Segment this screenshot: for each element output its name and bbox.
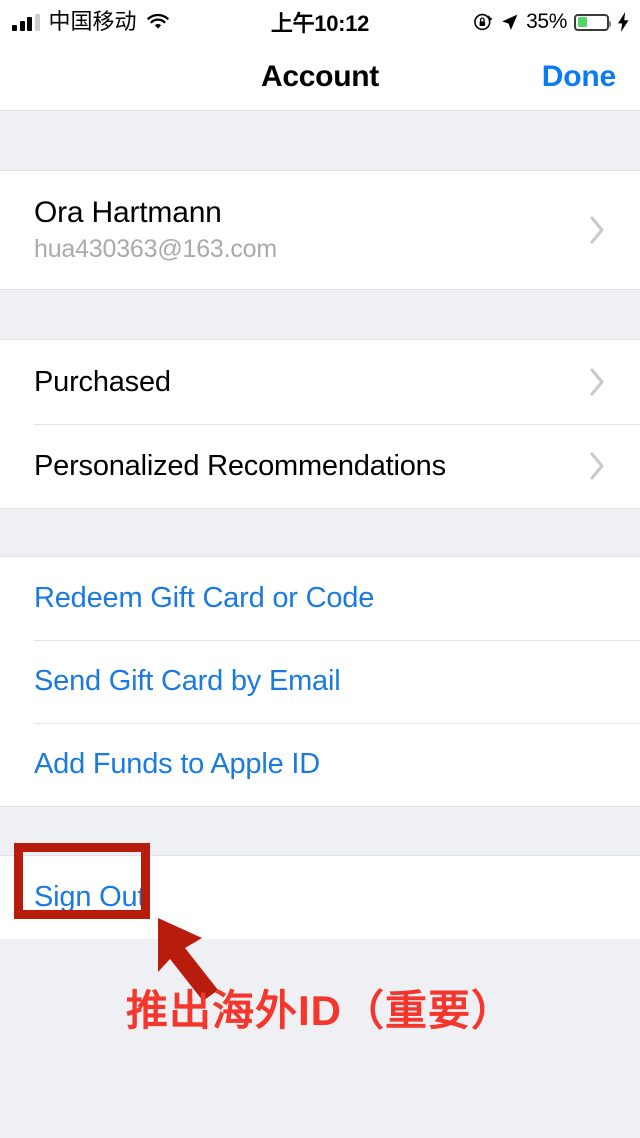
account-row[interactable]: Ora Hartmann hua430363@163.com bbox=[0, 171, 640, 289]
carrier-label: 中国移动 bbox=[48, 9, 137, 34]
purchased-row[interactable]: Purchased bbox=[0, 340, 640, 424]
chevron-right-icon bbox=[589, 367, 606, 397]
location-arrow-icon bbox=[500, 13, 519, 32]
redeem-gift-card-row[interactable]: Redeem Gift Card or Code bbox=[0, 557, 640, 640]
personalized-recommendations-row[interactable]: Personalized Recommendations bbox=[0, 424, 640, 508]
page-title: Account bbox=[261, 60, 379, 93]
iphone-screen: 中国移动 上午10:12 35% Account Done Ora Hartma… bbox=[0, 0, 640, 1138]
sign-out-section: Sign Out bbox=[0, 856, 640, 939]
account-section: Ora Hartmann hua430363@163.com bbox=[0, 171, 640, 289]
status-bar-left: 中国移动 bbox=[0, 11, 170, 33]
add-funds-row[interactable]: Add Funds to Apple ID bbox=[0, 723, 640, 806]
purchases-section: Purchased Personalized Recommendations bbox=[0, 340, 640, 508]
charging-bolt-icon bbox=[616, 12, 630, 32]
section-gap bbox=[0, 289, 640, 340]
status-bar-right: 35% bbox=[473, 10, 640, 34]
clock-label: 上午10:12 bbox=[270, 11, 370, 36]
send-gift-card-row[interactable]: Send Gift Card by Email bbox=[0, 640, 640, 723]
battery-icon bbox=[574, 13, 611, 31]
send-gift-card-label: Send Gift Card by Email bbox=[34, 665, 341, 697]
navigation-bar: Account Done bbox=[0, 44, 640, 110]
sign-out-row[interactable]: Sign Out bbox=[0, 856, 640, 939]
chevron-right-icon bbox=[589, 215, 606, 245]
sign-out-label: Sign Out bbox=[34, 881, 146, 913]
status-bar: 中国移动 上午10:12 35% bbox=[0, 0, 640, 44]
add-funds-label: Add Funds to Apple ID bbox=[34, 748, 320, 780]
purchased-label: Purchased bbox=[34, 365, 171, 398]
rotation-lock-icon bbox=[473, 12, 493, 32]
section-gap bbox=[0, 508, 640, 557]
account-email: hua430363@163.com bbox=[34, 234, 277, 263]
account-texts: Ora Hartmann hua430363@163.com bbox=[34, 196, 277, 263]
battery-percent-label: 35% bbox=[526, 10, 567, 33]
gift-card-section: Redeem Gift Card or Code Send Gift Card … bbox=[0, 557, 640, 806]
chevron-right-icon bbox=[589, 451, 606, 481]
section-gap bbox=[0, 110, 640, 171]
annotation-caption: 推出海外ID（重要） bbox=[125, 987, 514, 1034]
personalized-recommendations-label: Personalized Recommendations bbox=[34, 449, 446, 482]
wifi-icon bbox=[146, 13, 170, 31]
account-name: Ora Hartmann bbox=[34, 196, 222, 230]
section-gap bbox=[0, 806, 640, 856]
redeem-gift-card-label: Redeem Gift Card or Code bbox=[34, 582, 375, 614]
signal-bars-icon bbox=[12, 13, 40, 31]
